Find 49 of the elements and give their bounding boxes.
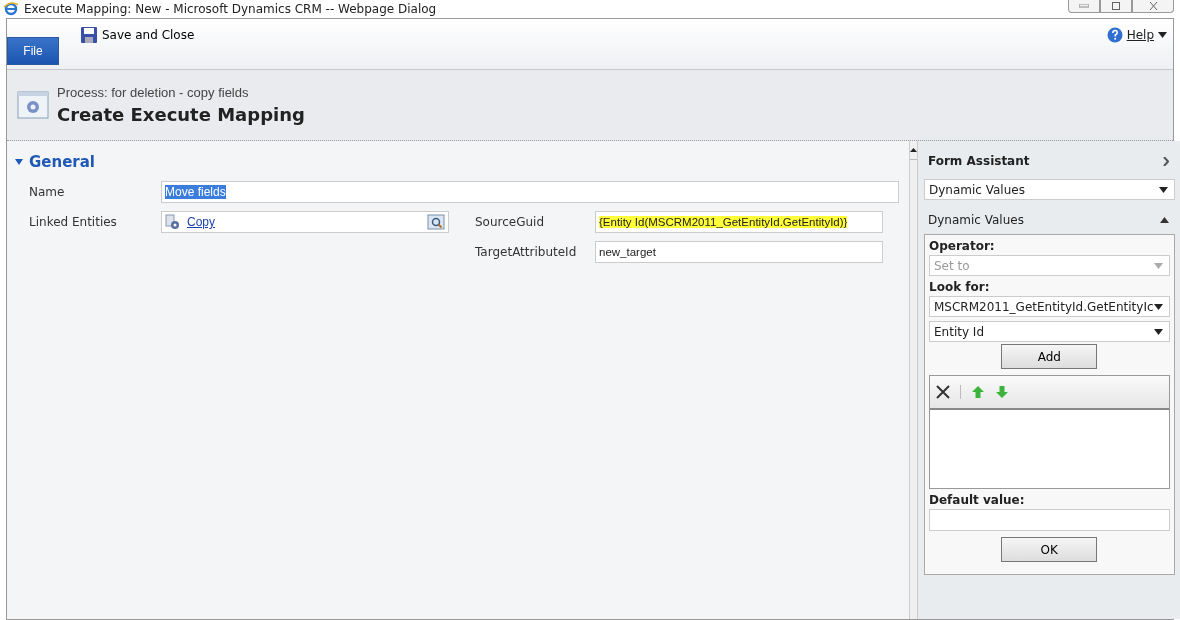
- field-label: SourceGuid: [474, 215, 546, 229]
- page-title: Create Execute Mapping: [57, 104, 305, 125]
- add-button[interactable]: Add: [1001, 344, 1098, 369]
- minimize-icon: [1079, 4, 1089, 8]
- lookup-icon[interactable]: [427, 213, 445, 231]
- help-menu[interactable]: Help: [1106, 27, 1167, 43]
- minimize-button[interactable]: [1068, 0, 1100, 13]
- lookup-field[interactable]: Copy: [161, 211, 449, 233]
- look-for-label: Look for:: [929, 280, 991, 294]
- close-button[interactable]: [1132, 0, 1174, 13]
- close-icon: [1148, 2, 1158, 10]
- caret-icon: [1153, 328, 1163, 335]
- caret-icon: [1158, 32, 1167, 38]
- restore-button[interactable]: [1100, 0, 1132, 13]
- field-label: TargetAttributeId: [474, 245, 578, 259]
- caret-icon: [1158, 186, 1168, 193]
- help-icon: [1106, 27, 1123, 43]
- file-tab[interactable]: File: [7, 37, 59, 65]
- save-and-close-button[interactable]: Save and Close: [79, 25, 197, 45]
- restore-icon: [1112, 2, 1120, 10]
- mode-dropdown[interactable]: Dynamic Values: [924, 179, 1175, 200]
- attribute-dropdown[interactable]: Entity Id: [929, 321, 1170, 342]
- text-field[interactable]: new_target: [595, 241, 883, 263]
- window-title: Execute Mapping: New - Microsoft Dynamics CRM -- Webpage Dialog: [24, 2, 437, 16]
- process-breadcrumb: Process: for deletion - copy fields: [57, 85, 250, 100]
- operator-label: Operator:: [929, 239, 996, 253]
- caret-icon: [1153, 303, 1163, 310]
- scrollbar[interactable]: [909, 141, 918, 619]
- default-value-field[interactable]: [929, 509, 1170, 531]
- section-header[interactable]: General: [15, 153, 899, 171]
- gear-window-icon: [17, 90, 49, 120]
- look-for-dropdown[interactable]: MSCRM2011_GetEntityId.GetEntityIc: [929, 296, 1170, 317]
- text-field[interactable]: Move fields: [161, 181, 899, 203]
- arrow-down-icon[interactable]: [995, 385, 1009, 399]
- scroll-up-icon: [910, 148, 917, 152]
- gear-icon: [165, 214, 181, 230]
- entity-link[interactable]: Copy: [187, 215, 215, 229]
- delete-icon[interactable]: [936, 385, 950, 399]
- ok-button[interactable]: OK: [1001, 537, 1098, 562]
- form-assistant-header: Form Assistant: [924, 151, 1175, 171]
- arrow-up-icon[interactable]: [971, 385, 985, 399]
- field-label: Name: [28, 185, 66, 199]
- browser-icon: [4, 2, 18, 16]
- text-field[interactable]: {Entity Id(MSCRM2011_GetEntityId.GetEntityId)}: [595, 211, 883, 233]
- dynamic-values-header[interactable]: Dynamic Values: [924, 210, 1175, 230]
- default-value-label: Default value:: [929, 493, 1026, 507]
- chevron-right-icon[interactable]: [1162, 156, 1169, 166]
- caret-icon: [1153, 262, 1163, 269]
- field-label: Linked Entities: [28, 215, 118, 229]
